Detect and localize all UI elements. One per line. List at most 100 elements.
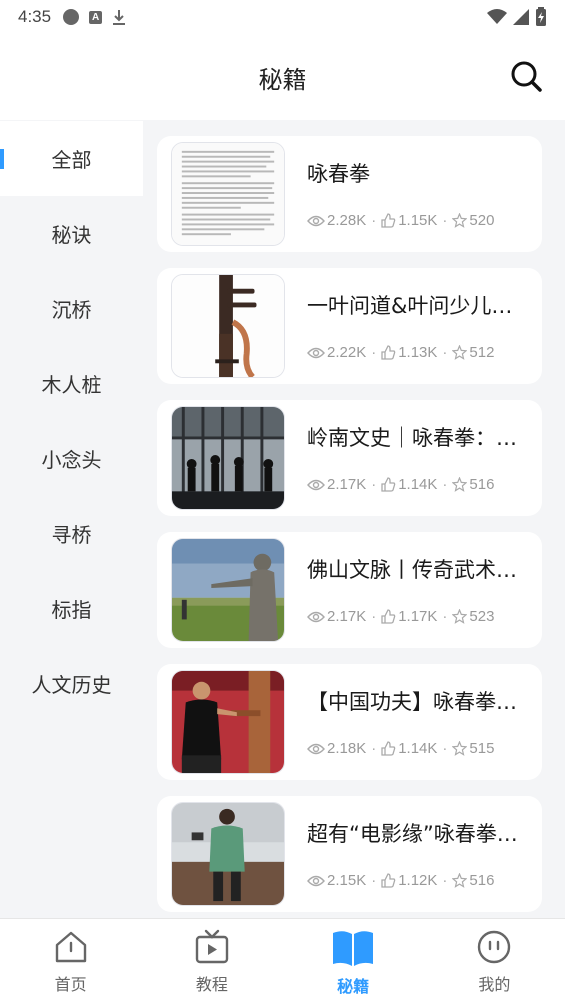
- favorites-count: 512: [469, 344, 495, 361]
- sidebar-item-label: 人文历史: [31, 673, 112, 697]
- wifi-icon: [487, 9, 507, 24]
- sidebar-item-label: 寻桥: [51, 523, 92, 547]
- likes-count: 1.15K: [398, 212, 438, 229]
- like-thumb-icon: [381, 873, 396, 888]
- views-eye-icon: [307, 215, 325, 226]
- status-time: 4:35: [18, 7, 52, 26]
- article-stats: 2.18K · 1.14K · 515: [307, 740, 494, 757]
- sidebar-item-all[interactable]: 全部: [0, 121, 143, 196]
- favorite-star-icon: [452, 477, 468, 492]
- sidebar-item-chenqiao[interactable]: 沉桥: [0, 271, 143, 346]
- article-thumbnail: [171, 274, 285, 378]
- views-count: 2.15K: [327, 872, 367, 889]
- sidebar-item-label: 全部: [51, 148, 92, 172]
- favorite-star-icon: [452, 609, 468, 624]
- like-thumb-icon: [381, 609, 396, 624]
- sidebar-item-siu-nim-tau[interactable]: 小念头: [0, 421, 143, 496]
- article-stats: 2.28K · 1.15K · 520: [307, 212, 494, 229]
- like-thumb-icon: [381, 345, 396, 360]
- article-title: 【中国功夫】咏春拳…: [307, 690, 517, 714]
- page-title: 秘籍: [258, 65, 307, 94]
- profile-icon: [478, 930, 511, 964]
- nav-secrets[interactable]: 秘籍: [283, 919, 424, 1004]
- article-card[interactable]: 【中国功夫】咏春拳… 2.18K · 1.14K · 515: [157, 664, 542, 780]
- views-eye-icon: [307, 611, 325, 622]
- views-count: 2.18K: [327, 740, 367, 757]
- sidebar-item-label: 秘诀: [51, 223, 92, 247]
- article-thumbnail: [171, 670, 285, 774]
- article-stats: 2.17K · 1.17K · 523: [307, 608, 494, 625]
- nav-profile[interactable]: 我的: [424, 919, 565, 1004]
- article-title: 佛山文脉丨传奇武术…: [307, 558, 517, 582]
- like-thumb-icon: [381, 477, 396, 492]
- article-card[interactable]: 一叶问道&叶问少儿… 2.22K · 1.13K · 512: [157, 268, 542, 384]
- sidebar-item-label: 小念头: [41, 448, 102, 472]
- book-icon: [333, 931, 374, 966]
- favorite-star-icon: [452, 345, 468, 360]
- article-card[interactable]: 岭南文史｜咏春拳：… 2.17K · 1.14K · 516: [157, 400, 542, 516]
- article-stats: 2.17K · 1.14K · 516: [307, 476, 494, 493]
- views-count: 2.17K: [327, 608, 367, 625]
- home-icon: [55, 931, 86, 963]
- favorites-count: 516: [469, 476, 495, 493]
- favorites-count: 520: [469, 212, 495, 229]
- sidebar-item-history[interactable]: 人文历史: [0, 646, 143, 721]
- sidebar-item-wooden-dummy[interactable]: 木人桩: [0, 346, 143, 421]
- signal-icon: [513, 9, 529, 25]
- nav-label: 教程: [195, 975, 228, 994]
- category-sidebar: 全部 秘诀 沉桥 木人桩 小念头 寻桥 标指 人文历史: [0, 120, 143, 918]
- article-thumbnail: [171, 538, 285, 642]
- status-bar: 4:35 A: [0, 0, 565, 34]
- likes-count: 1.12K: [398, 872, 438, 889]
- favorites-count: 516: [469, 872, 495, 889]
- nav-tutorials[interactable]: 教程: [141, 919, 282, 1004]
- nav-label: 首页: [54, 975, 87, 994]
- article-title: 咏春拳: [307, 162, 370, 186]
- main-content: 全部 秘诀 沉桥 木人桩 小念头 寻桥 标指 人文历史 咏春拳 2.28K · …: [0, 120, 565, 918]
- notification-dot-icon: [63, 9, 80, 25]
- sidebar-item-label: 木人桩: [41, 373, 102, 397]
- article-thumbnail: [171, 802, 285, 906]
- article-list: 咏春拳 2.28K · 1.15K · 520 一叶问道&叶问少儿… 2.22K…: [143, 120, 565, 918]
- sidebar-item-secrets[interactable]: 秘诀: [0, 196, 143, 271]
- views-count: 2.17K: [327, 476, 367, 493]
- likes-count: 1.14K: [398, 476, 438, 493]
- article-thumbnail: [171, 406, 285, 510]
- search-icon[interactable]: [509, 59, 543, 93]
- sidebar-item-biaozhi[interactable]: 标指: [0, 571, 143, 646]
- likes-count: 1.17K: [398, 608, 438, 625]
- article-title: 一叶问道&叶问少儿…: [307, 294, 513, 318]
- views-eye-icon: [307, 743, 325, 754]
- like-thumb-icon: [381, 741, 396, 756]
- likes-count: 1.14K: [398, 740, 438, 757]
- article-card[interactable]: 超有“电影缘”咏春拳… 2.15K · 1.12K · 516: [157, 796, 542, 912]
- sidebar-item-label: 标指: [51, 598, 92, 622]
- nav-home[interactable]: 首页: [0, 919, 141, 1004]
- video-icon: [195, 929, 229, 964]
- article-stats: 2.22K · 1.13K · 512: [307, 344, 494, 361]
- sidebar-item-xunqiao[interactable]: 寻桥: [0, 496, 143, 571]
- like-thumb-icon: [381, 213, 396, 228]
- favorites-count: 523: [469, 608, 495, 625]
- views-eye-icon: [307, 347, 325, 358]
- article-title: 超有“电影缘”咏春拳…: [307, 822, 518, 846]
- article-stats: 2.15K · 1.12K · 516: [307, 872, 494, 889]
- views-count: 2.22K: [327, 344, 367, 361]
- likes-count: 1.13K: [398, 344, 438, 361]
- favorite-star-icon: [452, 873, 468, 888]
- favorite-star-icon: [452, 741, 468, 756]
- views-count: 2.28K: [327, 212, 367, 229]
- favorites-count: 515: [469, 740, 495, 757]
- views-eye-icon: [307, 875, 325, 886]
- article-card[interactable]: 佛山文脉丨传奇武术… 2.17K · 1.17K · 523: [157, 532, 542, 648]
- sidebar-item-label: 沉桥: [51, 298, 92, 322]
- app-header: 秘籍: [0, 34, 565, 120]
- favorite-star-icon: [452, 213, 468, 228]
- article-thumbnail: [171, 142, 285, 246]
- nav-label: 我的: [478, 975, 511, 994]
- article-card[interactable]: 咏春拳 2.28K · 1.15K · 520: [157, 136, 542, 252]
- nav-label: 秘籍: [337, 977, 370, 996]
- views-eye-icon: [307, 479, 325, 490]
- battery-icon: [536, 7, 546, 26]
- article-title: 岭南文史｜咏春拳：…: [307, 426, 517, 450]
